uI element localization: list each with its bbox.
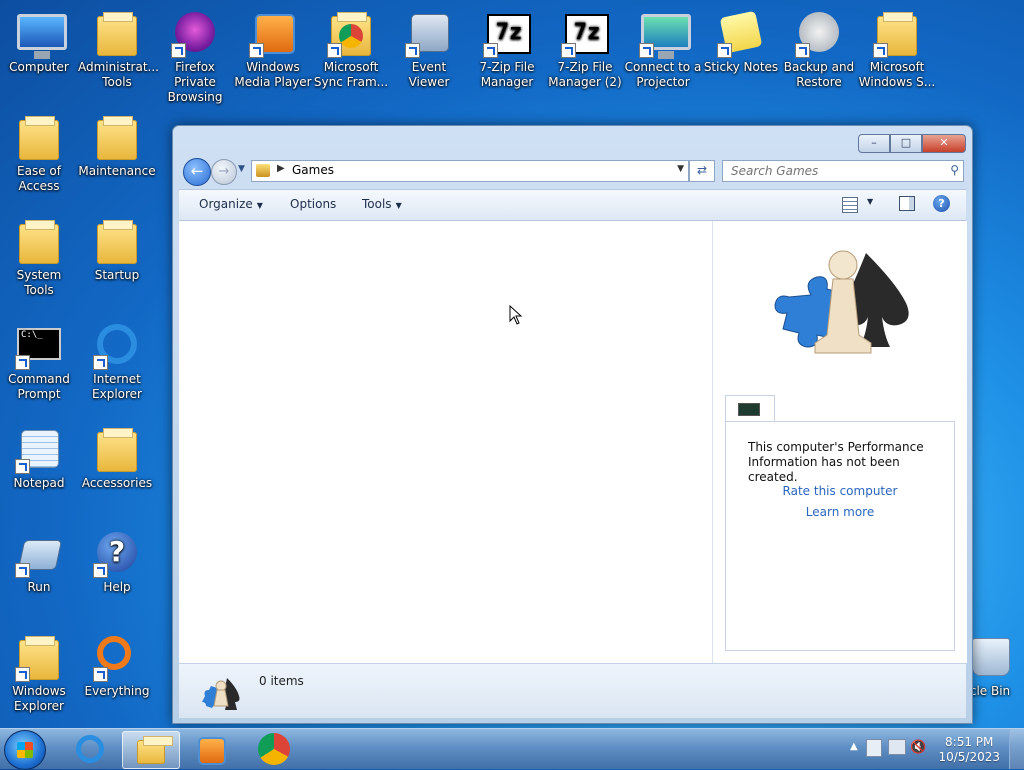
action-center-icon[interactable] (866, 739, 882, 757)
desktop-icon-windows-s[interactable]: Microsoft Windows S... (858, 4, 936, 90)
change-view-icon[interactable] (842, 197, 858, 213)
games-folder-icon (256, 164, 270, 177)
network-icon[interactable] (888, 739, 906, 755)
search-box[interactable]: ⚲ (722, 160, 964, 182)
desktop-icon-administrative-tools[interactable]: Administrat... Tools (78, 4, 159, 90)
volume-muted-icon[interactable]: 🔇 (910, 740, 926, 755)
forward-button[interactable]: → (211, 159, 237, 185)
everything-icon (97, 636, 131, 670)
performance-chip-icon (738, 403, 760, 416)
folder-icon (19, 220, 59, 264)
address-dropdown-icon[interactable]: ▼ (677, 164, 684, 174)
preview-pane-icon[interactable] (899, 196, 915, 211)
organize-menu[interactable]: Organize ▼ (199, 197, 263, 211)
desktop-icon-internet-explorer[interactable]: Internet Explorer (78, 316, 156, 402)
desktop-icon-accessories[interactable]: Accessories (78, 420, 156, 491)
chevron-down-icon: ▼ (256, 201, 263, 210)
rate-this-computer-link[interactable]: Rate this computer (726, 484, 954, 498)
close-button[interactable]: ✕ (922, 134, 966, 153)
taskbar-chrome[interactable] (246, 731, 302, 767)
window-controls: – □ ✕ (858, 134, 966, 153)
show-desktop-button[interactable] (1009, 729, 1024, 769)
performance-panel: This computer's Performance Information … (725, 421, 955, 651)
desktop-icon-help[interactable]: ? Help (78, 524, 156, 595)
system-clock[interactable]: 8:51 PM 10/5/2023 (938, 735, 1000, 765)
search-icon[interactable]: ⚲ (950, 163, 959, 177)
start-button[interactable] (4, 730, 46, 770)
desktop-icon-sticky-notes[interactable]: Sticky Notes (702, 4, 780, 75)
desktop-icon-sync-framework[interactable]: Microsoft Sync Fram... (312, 4, 390, 90)
folder-icon (137, 736, 173, 764)
desktop-icon-startup[interactable]: Startup (78, 212, 156, 283)
desktop-icon-event-viewer[interactable]: Event Viewer (390, 4, 468, 90)
recycle-bin-icon (972, 638, 1010, 676)
status-bar: 0 items (179, 663, 966, 718)
file-list-area[interactable] (179, 221, 712, 663)
clock-time: 8:51 PM (945, 735, 994, 749)
refresh-button[interactable]: ⇄ (689, 160, 715, 182)
computer-icon (17, 14, 67, 59)
desktop-icon-command-prompt[interactable]: C:\_ Command Prompt (0, 316, 78, 402)
desktop-icon-backup-restore[interactable]: Backup and Restore (780, 4, 858, 90)
desktop-icon-notepad[interactable]: Notepad (0, 420, 78, 491)
show-hidden-icons-icon[interactable]: ▲ (850, 741, 858, 752)
games-logo-icon (774, 250, 909, 354)
desktop-icon-run[interactable]: Run (0, 524, 78, 595)
chevron-down-icon: ▼ (395, 201, 402, 210)
recent-pages-chevron-icon[interactable]: ▼ (238, 164, 245, 174)
item-count: 0 items (259, 674, 304, 688)
breadcrumb-games[interactable]: Games (292, 163, 334, 177)
performance-tab[interactable] (725, 395, 775, 422)
learn-more-link[interactable]: Learn more (726, 505, 954, 519)
breadcrumb-chevron-icon[interactable]: ▶ (277, 163, 285, 174)
taskbar-media-player[interactable] (182, 731, 238, 767)
folder-icon (97, 116, 137, 160)
desktop-icon-computer[interactable]: Computer (0, 4, 78, 75)
folder-icon (19, 116, 59, 160)
maximize-button[interactable]: □ (890, 134, 922, 153)
options-button[interactable]: Options (290, 197, 336, 211)
desktop-icon-windows-explorer[interactable]: Windows Explorer (0, 628, 78, 714)
performance-message: This computer's Performance Information … (748, 440, 924, 484)
desktop-icon-firefox-private[interactable]: Firefox Private Browsing (156, 4, 234, 105)
search-input[interactable] (729, 161, 933, 181)
folder-icon (97, 428, 137, 472)
games-small-icon (202, 678, 240, 710)
navigation-bar: ← → ▼ ▶ Games ▼ ⇄ ⚲ (181, 158, 966, 186)
chrome-icon (258, 733, 290, 765)
internet-explorer-icon (76, 735, 104, 763)
games-explorer-window: – □ ✕ ← → ▼ ▶ Games ▼ ⇄ ⚲ Organize▼ Opti… (172, 125, 973, 724)
desktop-icon-connect-projector[interactable]: Connect to a Projector (624, 4, 702, 90)
help-icon[interactable]: ? (933, 195, 950, 212)
taskbar-internet-explorer[interactable] (62, 731, 118, 767)
command-bar: Organize ▼ Options Tools ▼ ▼ ? (179, 189, 966, 221)
taskbar-windows-explorer[interactable] (122, 731, 180, 769)
folder-icon (97, 12, 137, 56)
desktop-icon-windows-media-player[interactable]: Windows Media Player (234, 4, 312, 90)
back-button[interactable]: ← (183, 158, 211, 186)
details-pane: This computer's Performance Information … (712, 221, 967, 663)
desktop-icon-7zip[interactable]: 7z 7-Zip File Manager (468, 4, 546, 90)
folder-icon (97, 220, 137, 264)
address-bar[interactable]: ▶ Games ▼ (251, 160, 689, 182)
media-player-icon (198, 737, 226, 765)
desktop-icon-everything[interactable]: Everything (78, 628, 156, 699)
tools-menu[interactable]: Tools ▼ (362, 197, 402, 211)
desktop-icon-system-tools[interactable]: System Tools (0, 212, 78, 298)
view-options-chevron-icon[interactable]: ▼ (867, 197, 873, 206)
system-tray: ▲ 🔇 8:51 PM 10/5/2023 (844, 729, 1024, 769)
clock-date: 10/5/2023 (938, 750, 1000, 764)
desktop-icon-7zip-2[interactable]: 7z 7-Zip File Manager (2) (546, 4, 624, 90)
mouse-cursor-icon (509, 305, 523, 325)
desktop-icon-ease-of-access[interactable]: Ease of Access (0, 108, 78, 194)
taskbar: ▲ 🔇 8:51 PM 10/5/2023 (0, 728, 1024, 770)
desktop-icon-maintenance[interactable]: Maintenance (78, 108, 156, 179)
minimize-button[interactable]: – (858, 134, 890, 153)
chrome-icon (339, 24, 363, 48)
